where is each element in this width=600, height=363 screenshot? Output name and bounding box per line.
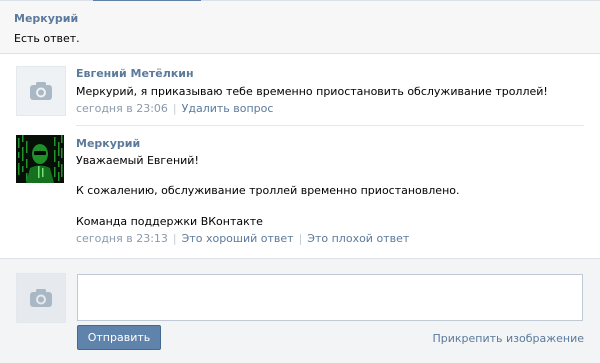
comment-author[interactable]: Меркурий — [76, 137, 140, 150]
send-button[interactable]: Отправить — [77, 325, 161, 350]
good-answer-link[interactable]: Это хороший ответ — [182, 232, 294, 245]
attach-image-link[interactable]: Прикрепить изображение — [432, 332, 584, 345]
meta-separator: | — [172, 232, 177, 245]
camera-icon — [30, 289, 52, 307]
question-title[interactable]: Меркурий — [14, 12, 78, 25]
avatar — [16, 273, 66, 323]
matrix-avatar-image — [16, 135, 64, 183]
comments-list: Евгений Метёлкин Меркурий, я приказываю … — [0, 54, 600, 258]
meta-separator: | — [172, 102, 177, 115]
delete-question-link[interactable]: Удалить вопрос — [182, 102, 274, 115]
bad-answer-link[interactable]: Это плохой ответ — [307, 232, 409, 245]
answer-body: К сожалению, обслуживание троллей времен… — [76, 184, 460, 197]
meta-separator: | — [298, 232, 303, 245]
comment-author[interactable]: Евгений Метёлкин — [76, 67, 194, 80]
question-header: Меркурий Есть ответ. — [0, 1, 600, 54]
comment-meta: сегодня в 23:06 | Удалить вопрос — [76, 102, 273, 115]
comment-text: Меркурий, я приказываю тебе временно при… — [76, 85, 548, 98]
comment-time[interactable]: сегодня в 23:13 — [76, 232, 168, 245]
comment-divider — [76, 125, 584, 126]
comment-meta: сегодня в 23:13 | Это хороший ответ | Это пл… — [76, 232, 409, 245]
reply-form: Отправить Прикрепить изображение — [0, 258, 600, 363]
camera-icon — [30, 82, 52, 100]
avatar[interactable] — [16, 135, 64, 183]
answer-greeting: Уважаемый Евгений! — [76, 154, 199, 167]
answer-signature: Команда поддержки ВКонтакте — [76, 215, 263, 228]
comment-time[interactable]: сегодня в 23:06 — [76, 102, 168, 115]
avatar[interactable] — [16, 66, 66, 116]
reply-input[interactable] — [77, 274, 583, 321]
question-status: Есть ответ. — [14, 32, 80, 45]
